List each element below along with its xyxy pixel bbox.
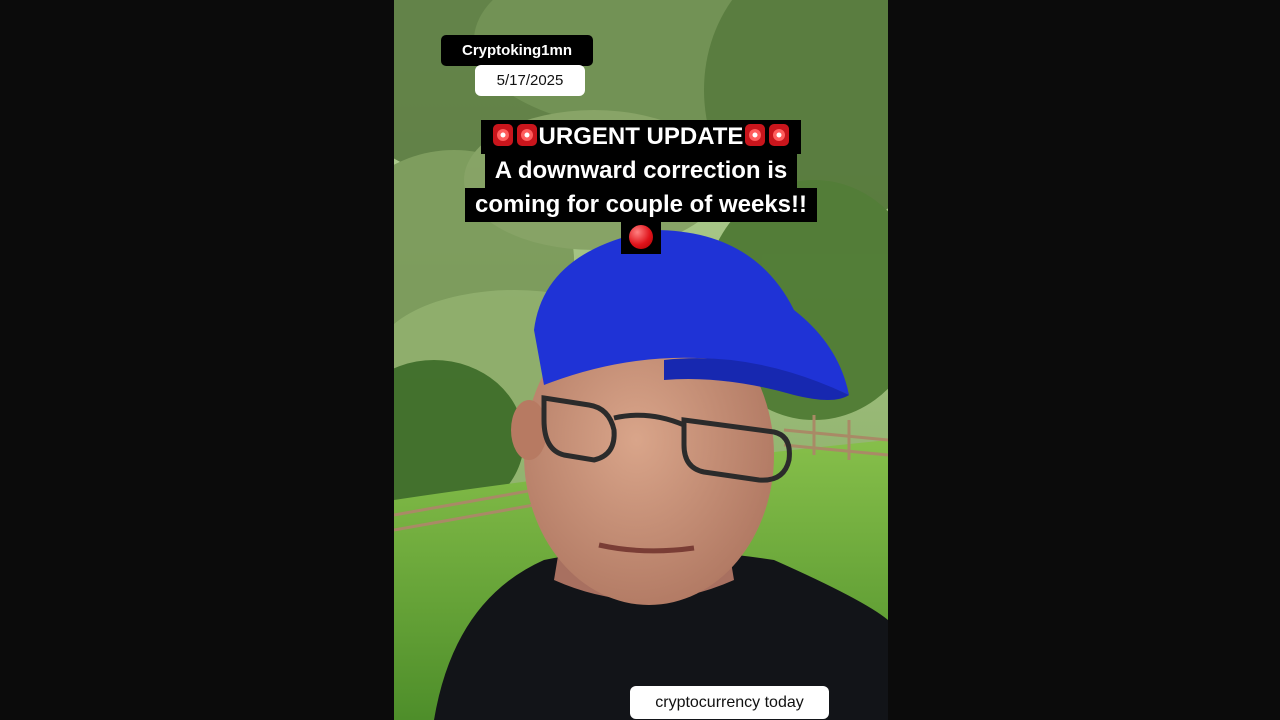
caption-urgent-text: URGENT UPDATE — [538, 123, 744, 150]
siren-icon — [492, 124, 513, 146]
username-label[interactable]: Cryptoking1mn — [441, 35, 593, 66]
hashtag-label[interactable]: cryptocurrency today — [630, 686, 829, 719]
post-date-label: 5/17/2025 — [475, 65, 585, 96]
siren-icon — [516, 124, 537, 146]
video-frame[interactable]: Cryptoking1mn 5/17/2025 URGENT UPDATE A … — [394, 0, 888, 720]
caption-line-3: coming for couple of weeks!! — [464, 188, 818, 222]
siren-icon — [745, 124, 766, 146]
siren-icon — [769, 124, 790, 146]
caption-line-1: URGENT UPDATE — [480, 120, 802, 154]
caption-line-2: A downward correction is — [484, 154, 798, 188]
red-circle-icon — [629, 225, 653, 249]
caption-line-4 — [621, 220, 661, 254]
video-scene — [394, 0, 888, 720]
caption-overlay: URGENT UPDATE A downward correction is c… — [394, 120, 888, 254]
